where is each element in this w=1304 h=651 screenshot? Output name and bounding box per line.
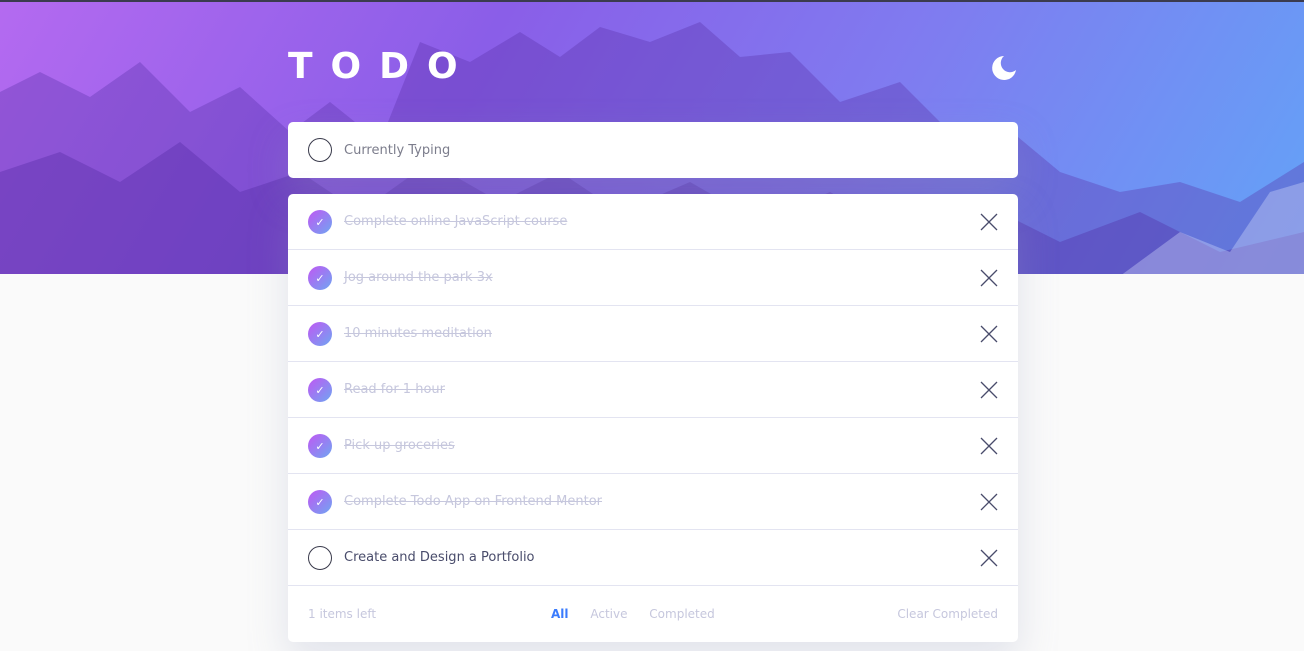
delete-icon[interactable] bbox=[980, 325, 998, 343]
app-header: TODO bbox=[288, 46, 1018, 87]
list-footer: 1 items left All Active Completed Clear … bbox=[288, 586, 1018, 642]
new-todo-input[interactable] bbox=[344, 122, 984, 178]
todo-text[interactable]: Complete Todo App on Frontend Mentor bbox=[344, 474, 602, 530]
filter-all[interactable]: All bbox=[551, 607, 569, 621]
list-item: ✓ Jog around the park 3x bbox=[288, 250, 1018, 306]
todo-text[interactable]: Pick up groceries bbox=[344, 418, 455, 474]
check-circle-icon[interactable]: ✓ bbox=[308, 210, 332, 234]
delete-icon[interactable] bbox=[980, 213, 998, 231]
delete-icon[interactable] bbox=[980, 493, 998, 511]
check-circle-icon[interactable]: ✓ bbox=[308, 322, 332, 346]
checkmark-icon: ✓ bbox=[315, 271, 325, 285]
filter-tabs: All Active Completed bbox=[551, 586, 733, 642]
checkmark-icon: ✓ bbox=[315, 383, 325, 397]
list-item: ✓ Pick up groceries bbox=[288, 418, 1018, 474]
check-circle-icon[interactable]: ✓ bbox=[308, 266, 332, 290]
delete-icon[interactable] bbox=[980, 437, 998, 455]
checkmark-icon: ✓ bbox=[315, 327, 325, 341]
new-todo-check-circle[interactable] bbox=[308, 138, 332, 162]
todo-text[interactable]: Read for 1 hour bbox=[344, 362, 445, 418]
new-todo-card bbox=[288, 122, 1018, 178]
checkmark-icon: ✓ bbox=[315, 495, 325, 509]
checkmark-icon: ✓ bbox=[315, 215, 325, 229]
list-item: ✓ 10 minutes meditation bbox=[288, 306, 1018, 362]
clear-completed-button[interactable]: Clear Completed bbox=[897, 586, 998, 642]
items-left-count: 1 items left bbox=[308, 607, 377, 621]
list-item: ✓ Read for 1 hour bbox=[288, 362, 1018, 418]
delete-icon[interactable] bbox=[980, 381, 998, 399]
app-title: TODO bbox=[288, 46, 476, 87]
check-circle-icon[interactable] bbox=[308, 546, 332, 570]
check-circle-icon[interactable]: ✓ bbox=[308, 434, 332, 458]
delete-icon[interactable] bbox=[980, 269, 998, 287]
delete-icon[interactable] bbox=[980, 549, 998, 567]
check-circle-icon[interactable]: ✓ bbox=[308, 490, 332, 514]
list-item: ✓ Complete online JavaScript course bbox=[288, 194, 1018, 250]
todo-text[interactable]: Create and Design a Portfolio bbox=[344, 530, 535, 586]
moon-icon[interactable] bbox=[990, 54, 1018, 82]
check-circle-icon[interactable]: ✓ bbox=[308, 378, 332, 402]
todo-text[interactable]: 10 minutes meditation bbox=[344, 306, 492, 362]
list-item: ✓ Complete Todo App on Frontend Mentor bbox=[288, 474, 1018, 530]
todo-text[interactable]: Complete online JavaScript course bbox=[344, 194, 567, 250]
filter-completed[interactable]: Completed bbox=[649, 607, 714, 621]
list-item: Create and Design a Portfolio bbox=[288, 530, 1018, 586]
todo-list: ✓ Complete online JavaScript course ✓ Jo… bbox=[288, 194, 1018, 642]
todo-text[interactable]: Jog around the park 3x bbox=[344, 250, 493, 306]
filter-active[interactable]: Active bbox=[590, 607, 627, 621]
checkmark-icon: ✓ bbox=[315, 439, 325, 453]
